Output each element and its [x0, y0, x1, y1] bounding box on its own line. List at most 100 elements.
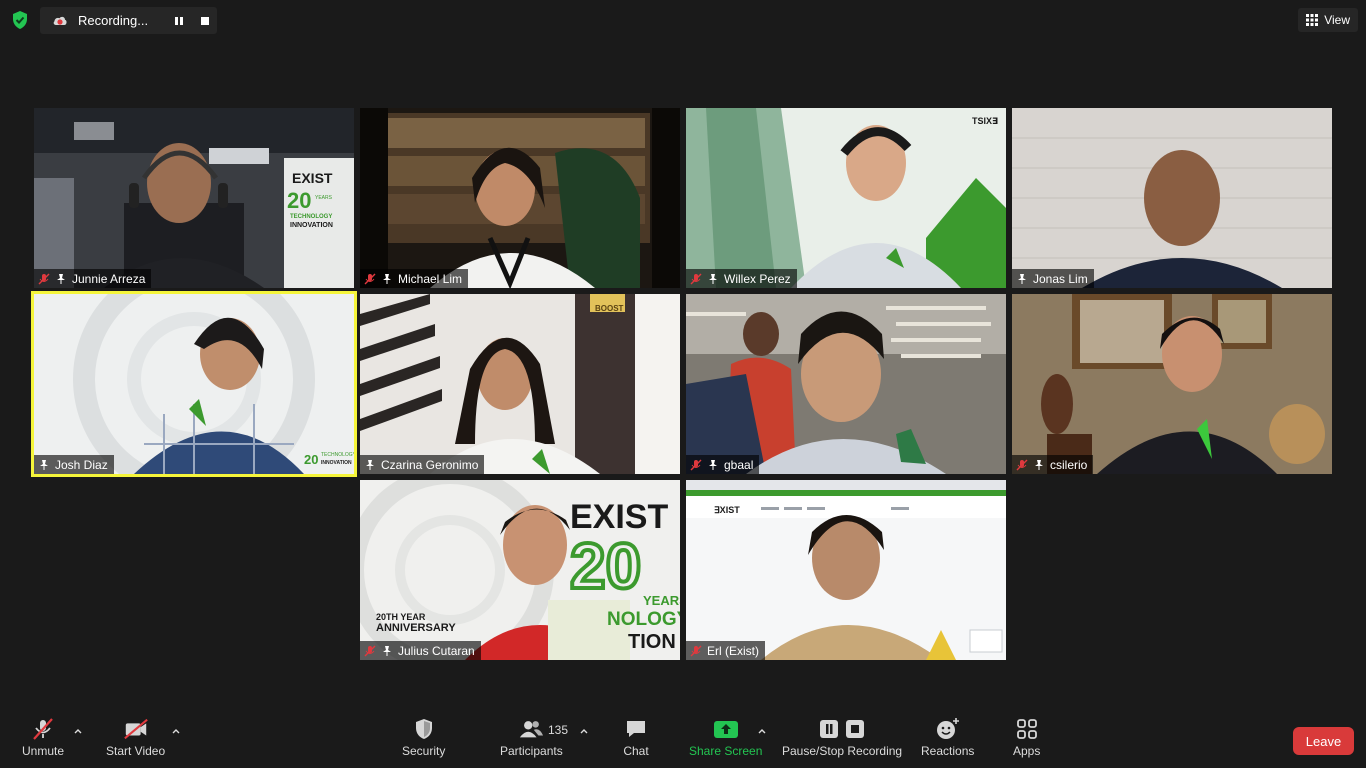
participants-label: Participants — [500, 744, 563, 758]
stop-recording-button[interactable] — [197, 13, 213, 29]
exist-anniversary-banner: EXIST 20 YEARS NOLOGY TION 20TH YEAR ANN… — [376, 498, 680, 653]
audio-options-chevron-up-icon[interactable] — [73, 726, 83, 736]
apps-grid-icon — [1016, 719, 1037, 739]
pause-icon — [175, 17, 183, 25]
muted-mic-icon — [1016, 459, 1028, 470]
participant-nameplate: Junnie Arreza — [34, 269, 152, 288]
technology-label: NOLOGY — [607, 609, 680, 630]
innovation-label: INNOVATION — [290, 222, 333, 229]
share-screen-arrow-icon — [713, 721, 738, 738]
video-tile[interactable]: BOOST Czarina Geronimo — [360, 294, 680, 474]
security-label: Security — [402, 744, 446, 758]
smiley-reaction-icon — [936, 718, 959, 739]
participant-nameplate: Josh Diaz — [34, 455, 114, 474]
video-options-chevron-up-icon[interactable] — [171, 726, 181, 736]
video-tile[interactable]: EXIST 20 YEARS TECHNOLOGY INNOVATION Jun… — [34, 108, 354, 288]
participant-name: Junnie Arreza — [72, 271, 146, 286]
participants-count: 135 — [548, 723, 569, 737]
years-number: 20 — [304, 452, 318, 467]
share-screen-button[interactable]: Share Screen — [689, 716, 762, 758]
video-feed: ∃XIST — [686, 480, 1006, 660]
reactions-button[interactable]: Reactions — [921, 716, 974, 758]
video-feed — [686, 294, 1006, 474]
pin-icon — [383, 273, 391, 284]
participant-nameplate: Michael Lim — [360, 269, 469, 288]
pin-icon — [383, 645, 391, 656]
participant-nameplate: Jonas Lim — [1012, 269, 1094, 288]
muted-mic-icon — [33, 718, 53, 740]
video-tile[interactable]: gbaal — [686, 294, 1006, 474]
pin-icon — [1018, 273, 1026, 284]
chat-button[interactable]: Chat — [623, 716, 649, 758]
stop-icon — [201, 17, 209, 25]
innovation-label: INNOVATION — [321, 460, 352, 466]
participant-name: Michael Lim — [398, 271, 463, 286]
anniversary-line1: 20TH YEAR — [376, 612, 426, 622]
innovation-label: TION — [628, 631, 676, 653]
video-feed — [360, 294, 680, 474]
start-video-button[interactable]: Start Video — [106, 716, 165, 758]
video-tile[interactable]: TSIX∃ Willex Perez — [686, 108, 1006, 288]
pin-icon — [40, 459, 48, 470]
pin-icon — [709, 273, 717, 284]
muted-mic-icon — [364, 645, 376, 656]
participant-nameplate: Erl (Exist) — [686, 641, 765, 660]
participant-nameplate: Czarina Geronimo — [360, 455, 485, 474]
chat-bubble-icon — [627, 721, 645, 737]
muted-mic-icon — [690, 459, 702, 470]
participant-nameplate: Willex Perez — [686, 269, 797, 288]
video-tile[interactable]: Michael Lim — [360, 108, 680, 288]
boost-sign: BOOST — [595, 304, 624, 313]
pause-recording-button[interactable] — [171, 13, 187, 29]
muted-mic-icon — [690, 273, 702, 284]
video-tile[interactable]: ∃XIST Erl (Exist) — [686, 480, 1006, 660]
years-label: YEARS — [315, 195, 333, 201]
reactions-label: Reactions — [921, 744, 975, 758]
apps-button[interactable]: Apps — [1013, 716, 1040, 758]
video-tile[interactable]: EXIST 20 YEARS NOLOGY TION 20TH YEAR ANN… — [360, 480, 680, 660]
participant-name: Willex Perez — [724, 271, 791, 286]
view-button[interactable]: View — [1298, 8, 1358, 32]
unmute-label: Unmute — [22, 744, 65, 758]
grid-view-icon — [1306, 14, 1319, 26]
recording-cloud-icon — [53, 16, 67, 25]
apps-label: Apps — [1013, 744, 1041, 758]
video-feed — [1012, 108, 1332, 288]
leave-button[interactable]: Leave — [1293, 727, 1354, 755]
participant-name: Erl (Exist) — [707, 643, 759, 658]
participants-chevron-up-icon[interactable] — [579, 726, 589, 736]
years-number: 20 — [570, 530, 641, 602]
participant-name: Julius Cutaran — [398, 643, 475, 658]
anniversary-line2: ANNIVERSARY — [376, 622, 456, 634]
pin-icon — [57, 273, 65, 284]
video-off-icon — [123, 718, 148, 740]
chat-label: Chat — [623, 744, 649, 758]
years-label: YEARS — [643, 593, 680, 608]
pause-stop-recording-icon — [820, 720, 865, 738]
muted-mic-icon — [364, 273, 376, 284]
participant-nameplate: Julius Cutaran — [360, 641, 481, 660]
video-tile[interactable]: csilerio — [1012, 294, 1332, 474]
participant-name: Czarina Geronimo — [381, 457, 479, 472]
technology-label: TECHNOLOGY — [290, 214, 332, 220]
unmute-button[interactable]: Unmute — [22, 716, 64, 758]
exist-watermark: 20 TECHNOLOGY INNOVATION — [304, 452, 354, 467]
muted-mic-icon — [690, 645, 702, 656]
pin-icon — [1035, 459, 1043, 470]
technology-label: TECHNOLOGY — [321, 452, 354, 458]
security-button[interactable]: Security — [402, 716, 445, 758]
muted-mic-icon — [38, 273, 50, 284]
view-label: View — [1324, 13, 1350, 27]
share-options-chevron-up-icon[interactable] — [757, 726, 767, 736]
security-shield-icon[interactable] — [10, 10, 30, 30]
exist-logo: TSIX∃ — [972, 116, 999, 126]
video-feed — [360, 108, 680, 288]
recording-label: Recording... — [78, 13, 149, 28]
video-tile-active-speaker[interactable]: 20 TECHNOLOGY INNOVATION Josh Diaz — [31, 291, 357, 477]
pin-icon — [709, 459, 717, 470]
pause-stop-recording-button[interactable]: Pause/Stop Recording — [782, 716, 902, 758]
participant-name: Josh Diaz — [55, 457, 108, 472]
svg-text:∃XIST: ∃XIST — [714, 505, 740, 515]
video-tile[interactable]: Jonas Lim — [1012, 108, 1332, 288]
participant-nameplate: gbaal — [686, 455, 760, 474]
